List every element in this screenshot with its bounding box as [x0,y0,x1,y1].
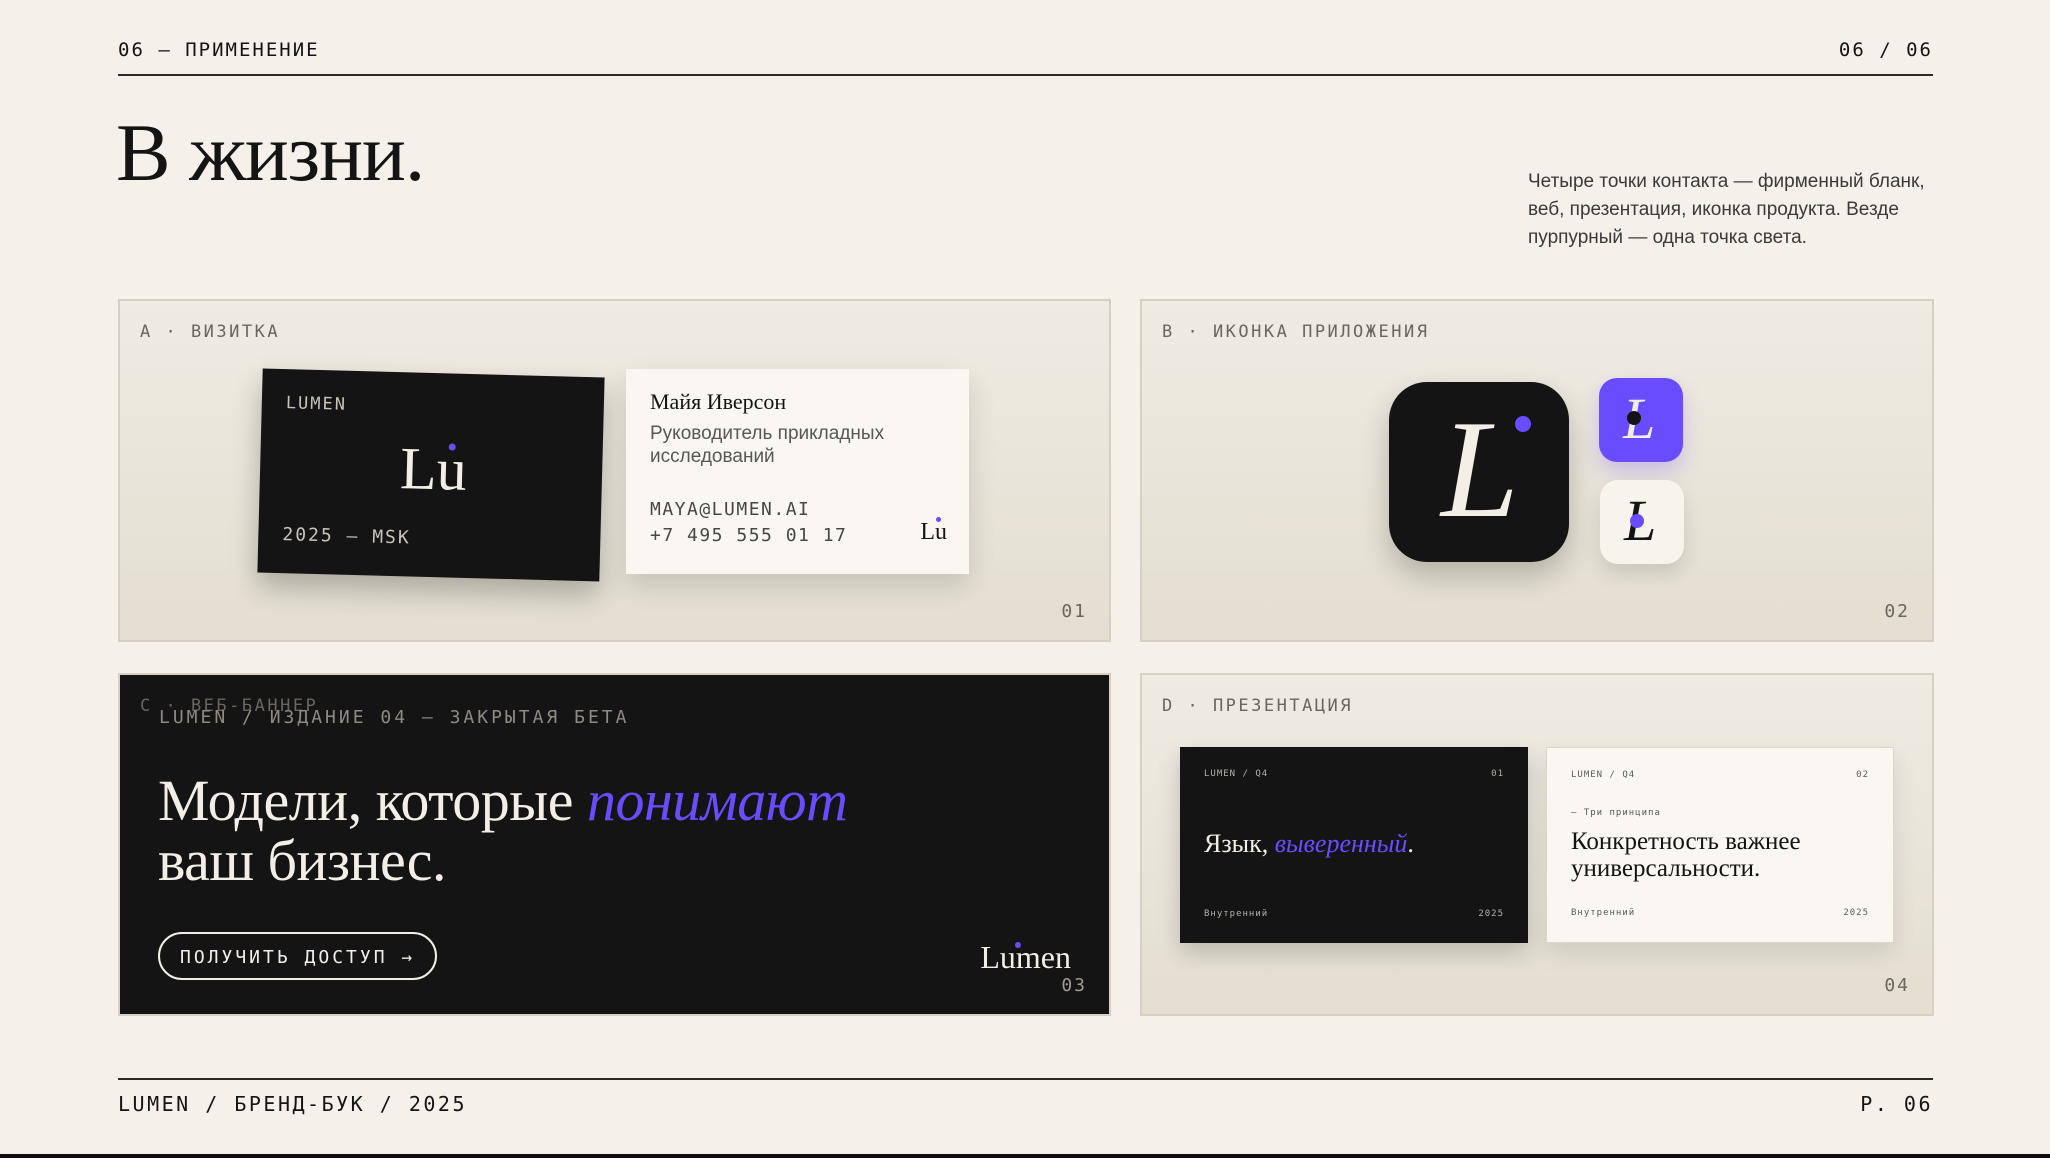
card-phone: +7 495 555 01 17 [650,525,848,546]
card-email: MAYA@LUMEN.AI [650,499,811,520]
panel-number: 01 [1061,601,1087,622]
panel-label: B · ИКОНКА ПРИЛОЖЕНИЯ [1162,322,1430,342]
panel-number: 03 [1061,975,1087,996]
slide-footer: Внутренний [1204,909,1269,919]
slide-preview-2: LUMEN / Q4 02 — Три принципа Конкретност… [1546,747,1894,943]
panel-web-banner: C · ВЕБ-БАННЕР LUMEN / ИЗДАНИЕ 04 — ЗАКР… [118,673,1111,1016]
panel-label: D · ПРЕЗЕНТАЦИЯ [1162,696,1354,716]
footer-page: P. 06 [1860,1092,1933,1116]
card-brand: LUMEN [285,393,348,415]
card-footer: 2025 — MSK [282,524,411,549]
business-card-back: Майя Иверсон Руководитель прикладных исс… [626,369,969,574]
slide-kicker: — Три принципа [1571,808,1661,818]
app-icon-light: L [1600,480,1684,564]
intro-text: Четыре точки контакта — фирменный бланк,… [1528,171,1925,248]
panel-label: A · ВИЗИТКА [140,322,281,342]
headline-end: . [1407,829,1414,858]
app-icon-large: L [1389,382,1569,562]
get-access-button[interactable]: ПОЛУЧИТЬ ДОСТУП → [158,932,438,980]
panel-app-icon: B · ИКОНКА ПРИЛОЖЕНИЯ L L L 02 [1140,299,1934,642]
app-icon-letter: L [1441,392,1519,547]
slide-year: 2025 [1478,909,1504,919]
page-title: В жизни. [116,107,425,198]
slide-number: 01 [1491,769,1504,779]
accent-dot-icon [1015,942,1021,948]
accent-dot-icon [1627,411,1641,425]
card-role: Руководитель прикладных исследований [650,423,885,467]
card-logo-mark: Lu [399,435,468,503]
bottom-bar [0,1154,2050,1158]
headline-accent: выверенный [1274,829,1408,858]
banner-logo: Lumen [980,939,1071,975]
slide-year: 2025 [1843,908,1869,918]
slide-preview-1: LUMEN / Q4 01 Язык, выверенный. Внутренн… [1180,747,1528,943]
slide-headline: Язык, выверенный. [1204,829,1414,859]
panel-presentation: D · ПРЕЗЕНТАЦИЯ LUMEN / Q4 01 Язык, выве… [1140,673,1934,1016]
app-icon-purple: L [1599,378,1683,462]
headline-start: Модели, которые [158,768,587,833]
accent-dot-icon [1630,514,1644,528]
accent-dot-icon [1515,416,1531,432]
slide-number: 02 [1856,770,1869,780]
section-label: 06 — ПРИМЕНЕНИЕ [118,39,320,61]
panel-business-card: A · ВИЗИТКА LUMEN Lu 2025 — MSK Майя Иве… [118,299,1111,642]
banner-headline: Модели, которые понимают ваш бизнес. [158,771,848,891]
panel-number: 02 [1884,601,1910,622]
slide-headline: Конкретность важнее универсальности. [1571,828,1801,882]
card-name: Майя Иверсон [650,389,787,414]
footer-brand: LUMEN / БРЕНД-БУК / 2025 [118,1092,467,1116]
slide-footer: Внутренний [1571,908,1636,918]
banner-eyebrow: LUMEN / ИЗДАНИЕ 04 — ЗАКРЫТАЯ БЕТА [159,707,630,728]
slide-header: LUMEN / Q4 [1204,769,1269,779]
card-mini-logo: Lu [920,519,947,545]
panel-number: 04 [1884,975,1910,996]
business-card-front: LUMEN Lu 2025 — MSK [257,368,605,582]
footer-divider [118,1078,1933,1080]
slide-header: LUMEN / Q4 [1571,770,1636,780]
header-divider [118,74,1933,76]
headline-start: Язык, [1204,829,1275,858]
headline-accent: понимают [586,768,848,833]
headline-end: ваш бизнес. [158,828,446,893]
page-counter: 06 / 06 [1838,39,1933,61]
accent-dot-icon [936,517,941,522]
